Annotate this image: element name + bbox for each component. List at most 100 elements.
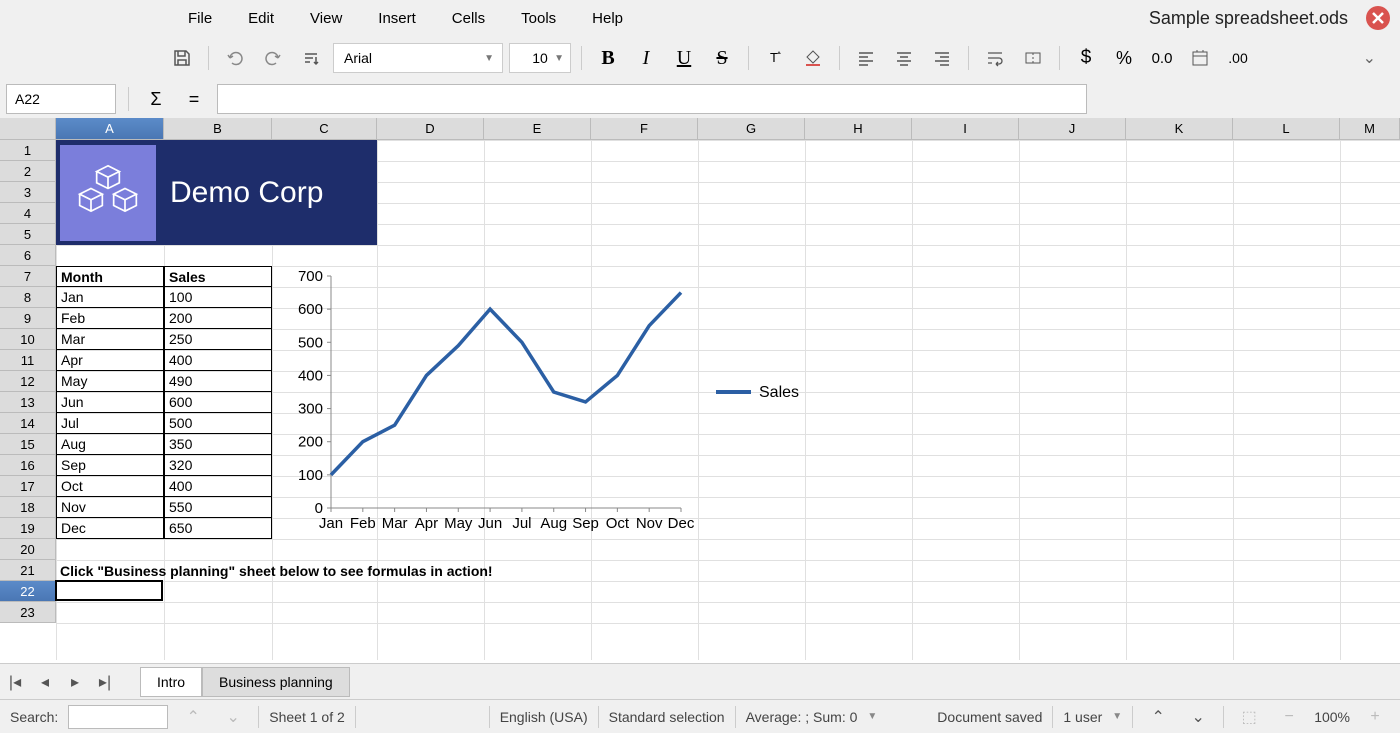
wrap-text-button[interactable] [979,42,1011,74]
column-header[interactable]: D [377,118,484,140]
strikethrough-button[interactable]: S [706,42,738,74]
merge-cells-button[interactable] [1017,42,1049,74]
aggregate-indicator[interactable]: Average: ; Sum: 0 [746,709,858,725]
column-header[interactable]: G [698,118,805,140]
bold-button[interactable]: B [592,42,624,74]
row-header[interactable]: 3 [0,182,56,203]
row-header[interactable]: 4 [0,203,56,224]
formula-input[interactable] [217,84,1087,114]
row-header[interactable]: 18 [0,497,56,518]
menu-help[interactable]: Help [574,4,641,33]
align-right-button[interactable] [926,42,958,74]
redo-icon[interactable] [257,42,289,74]
menu-cells[interactable]: Cells [434,4,503,33]
last-sheet-button[interactable]: ▸| [90,667,120,697]
chevron-down-icon[interactable]: ▼ [1112,711,1122,722]
cell[interactable]: 650 [164,518,272,539]
cell[interactable]: 350 [164,434,272,455]
cell[interactable]: 400 [164,476,272,497]
zoom-out-button[interactable]: − [1274,702,1304,732]
sum-function-icon[interactable]: Σ [141,84,171,114]
row-header[interactable]: 2 [0,161,56,182]
user-count[interactable]: 1 user [1063,709,1102,725]
column-header[interactable]: A [56,118,164,140]
decimal-button[interactable]: 0.0 [1146,42,1178,74]
cell[interactable]: Aug [56,434,164,455]
equals-icon[interactable]: = [179,84,209,114]
align-center-button[interactable] [888,42,920,74]
date-format-button[interactable] [1184,42,1216,74]
row-header[interactable]: 6 [0,245,56,266]
undo-icon[interactable] [219,42,251,74]
menu-view[interactable]: View [292,4,360,33]
language-indicator[interactable]: English (USA) [500,709,588,725]
close-button[interactable] [1366,6,1390,30]
menu-edit[interactable]: Edit [230,4,292,33]
cell[interactable]: 500 [164,413,272,434]
row-header[interactable]: 16 [0,455,56,476]
row-header[interactable]: 14 [0,413,56,434]
chevron-down-icon[interactable]: ▼ [867,711,877,722]
cell[interactable]: Jun [56,392,164,413]
select-all-corner[interactable] [0,118,56,140]
cell[interactable]: Dec [56,518,164,539]
italic-button[interactable]: I [630,42,662,74]
prev-sheet-button[interactable]: ◂ [30,667,60,697]
down-icon[interactable]: ⌄ [1183,702,1213,732]
column-header[interactable]: F [591,118,698,140]
spreadsheet-grid[interactable]: ABCDEFGHIJKLM 12345678910111213141516171… [0,118,1400,663]
first-sheet-button[interactable]: |◂ [0,667,30,697]
zoom-level[interactable]: 100% [1314,709,1350,725]
cell[interactable]: 100 [164,287,272,308]
row-header[interactable]: 5 [0,224,56,245]
font-color-button[interactable]: T [759,42,791,74]
row-header[interactable]: 20 [0,539,56,560]
instruction-cell[interactable]: Click "Business planning" sheet below to… [56,560,656,581]
row-header[interactable]: 15 [0,434,56,455]
row-header[interactable]: 13 [0,392,56,413]
row-header[interactable]: 19 [0,518,56,539]
add-decimal-button[interactable]: .00 [1222,42,1254,74]
row-header[interactable]: 23 [0,602,56,623]
percent-button[interactable]: % [1108,42,1140,74]
cell[interactable]: Apr [56,350,164,371]
column-header[interactable]: M [1340,118,1400,140]
row-header[interactable]: 22 [0,581,56,602]
fill-color-button[interactable] [797,42,829,74]
tab-intro[interactable]: Intro [140,667,202,697]
column-header[interactable]: I [912,118,1019,140]
cell-reference-input[interactable]: A22 [6,84,116,114]
cell[interactable]: 490 [164,371,272,392]
cell[interactable]: 250 [164,329,272,350]
underline-button[interactable]: U [668,42,700,74]
search-input[interactable] [68,705,168,729]
cell[interactable]: May [56,371,164,392]
column-header[interactable]: J [1019,118,1126,140]
menu-insert[interactable]: Insert [360,4,434,33]
cell[interactable]: 400 [164,350,272,371]
menu-tools[interactable]: Tools [503,4,574,33]
cell[interactable]: Feb [56,308,164,329]
cell[interactable]: Oct [56,476,164,497]
sort-icon[interactable] [295,42,327,74]
row-header[interactable]: 17 [0,476,56,497]
font-size-select[interactable]: 10 ▼ [509,43,571,73]
sales-chart[interactable]: 0100200300400500600700JanFebMarAprMayJun… [273,268,858,543]
align-left-button[interactable] [850,42,882,74]
cell[interactable]: 200 [164,308,272,329]
selection-mode[interactable]: Standard selection [609,709,725,725]
row-header[interactable]: 10 [0,329,56,350]
tab-business-planning[interactable]: Business planning [202,667,350,697]
up-icon[interactable]: ⌃ [1143,702,1173,732]
search-next-icon[interactable]: ⌄ [218,702,248,732]
row-header[interactable]: 8 [0,287,56,308]
cell[interactable]: Mar [56,329,164,350]
column-header[interactable]: C [272,118,377,140]
cell[interactable]: 600 [164,392,272,413]
zoom-in-button[interactable]: + [1360,702,1390,732]
cell[interactable]: Sep [56,455,164,476]
font-name-select[interactable]: Arial ▼ [333,43,503,73]
column-header[interactable]: K [1126,118,1233,140]
row-header[interactable]: 11 [0,350,56,371]
currency-button[interactable]: $ [1070,42,1102,74]
